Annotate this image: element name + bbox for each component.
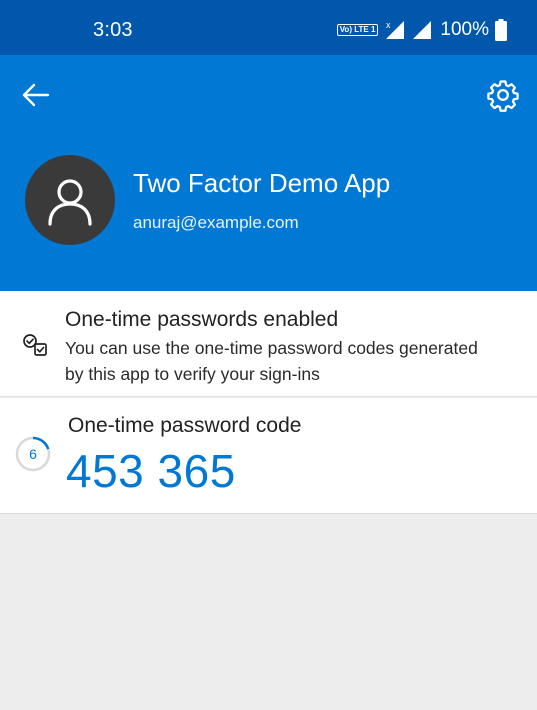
settings-button[interactable] <box>486 78 520 112</box>
otp-enabled-description: You can use the one-time password codes … <box>65 338 478 384</box>
account-email: anuraj@example.com <box>133 213 299 232</box>
signal-icon: x <box>386 20 405 39</box>
otp-enabled-card: One-time passwords enabled You can use t… <box>0 291 537 397</box>
battery-icon <box>495 19 507 41</box>
countdown-seconds: 6 <box>29 446 37 462</box>
svg-text:x: x <box>386 20 391 30</box>
otp-enabled-title: One-time passwords enabled <box>65 308 339 331</box>
avatar <box>25 155 115 245</box>
arrow-left-icon <box>22 83 50 107</box>
otp-code-label: One-time password code <box>68 414 302 437</box>
account-name: Two Factor Demo App <box>133 168 391 198</box>
person-icon <box>48 179 92 226</box>
checklist-icon <box>23 334 47 356</box>
back-button[interactable] <box>20 79 52 111</box>
status-bar: 3:03 Vo) LTE 1 x 100% <box>0 0 537 55</box>
countdown-timer: 6 <box>15 436 51 472</box>
otp-code-card[interactable]: 6 One-time password code 453 365 <box>0 398 537 514</box>
empty-area <box>0 514 537 710</box>
volte-badge: Vo) LTE 1 <box>336 24 379 36</box>
gear-icon <box>487 80 519 112</box>
battery-percent: 100% <box>440 19 489 40</box>
status-icons: Vo) LTE 1 x 100% <box>331 17 507 43</box>
status-time: 3:03 <box>93 19 133 41</box>
otp-code-value[interactable]: 453 365 <box>66 444 236 498</box>
app-header: Two Factor Demo App anuraj@example.com <box>0 55 537 291</box>
signal-icon-2 <box>413 21 432 39</box>
